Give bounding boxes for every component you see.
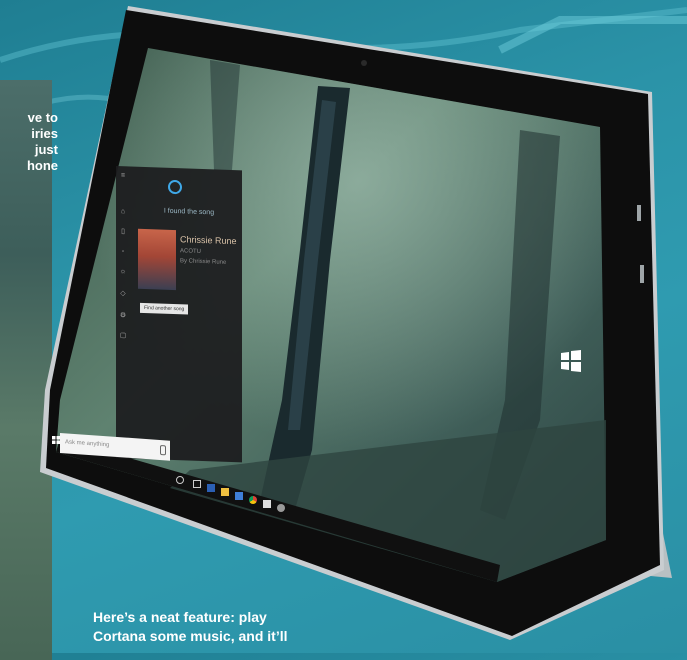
edge-icon[interactable] xyxy=(235,492,243,500)
song-album: By Chrissie Rune xyxy=(180,258,227,266)
home-icon[interactable]: ⌂ xyxy=(119,208,127,216)
cortana-rail: ≡ ⌂ ▯ ◦ ☼ ◇ ⚙ ▢ xyxy=(116,166,130,458)
search-placeholder: Ask me anything xyxy=(65,439,110,449)
menu-icon[interactable]: ≡ xyxy=(119,172,127,180)
cortana-panel: ≡ ⌂ ▯ ◦ ☼ ◇ ⚙ ▢ I found the song Chrissi… xyxy=(116,166,242,463)
word-icon[interactable] xyxy=(207,484,215,492)
windows-logo-icon[interactable] xyxy=(560,350,582,372)
start-button-icon[interactable] xyxy=(52,436,60,444)
chrome-icon[interactable] xyxy=(249,496,257,504)
chat-icon[interactable]: ▢ xyxy=(119,332,127,340)
album-art[interactable] xyxy=(138,228,176,291)
mail-icon[interactable] xyxy=(263,500,271,508)
caption-line: Here’s a neat feature: play xyxy=(93,609,267,625)
microphone-icon[interactable] xyxy=(160,444,166,456)
lightbulb-icon[interactable]: ◦ xyxy=(119,248,127,256)
notebook-icon[interactable]: ▯ xyxy=(119,228,127,236)
cortana-taskbar-icon[interactable] xyxy=(176,476,184,484)
file-explorer-icon[interactable] xyxy=(221,488,229,496)
settings-taskbar-icon[interactable] xyxy=(277,504,285,512)
song-artist: ACOTU xyxy=(180,248,201,255)
feedback-icon[interactable]: ◇ xyxy=(119,290,127,298)
photo-caption: Here’s a neat feature: play Cortana some… xyxy=(93,608,288,646)
task-view-icon[interactable] xyxy=(193,480,201,488)
cortana-ring-icon xyxy=(168,179,182,195)
find-another-song-button[interactable]: Find another song xyxy=(140,302,189,315)
settings-icon[interactable]: ⚙ xyxy=(119,312,127,320)
reminder-icon[interactable]: ☼ xyxy=(119,268,127,276)
cortana-found-text: I found the song xyxy=(163,207,215,217)
caption-line: Cortana some music, and it’ll xyxy=(93,628,288,644)
song-title[interactable]: Chrissie Rune xyxy=(180,234,240,246)
tablet-device xyxy=(40,6,672,640)
